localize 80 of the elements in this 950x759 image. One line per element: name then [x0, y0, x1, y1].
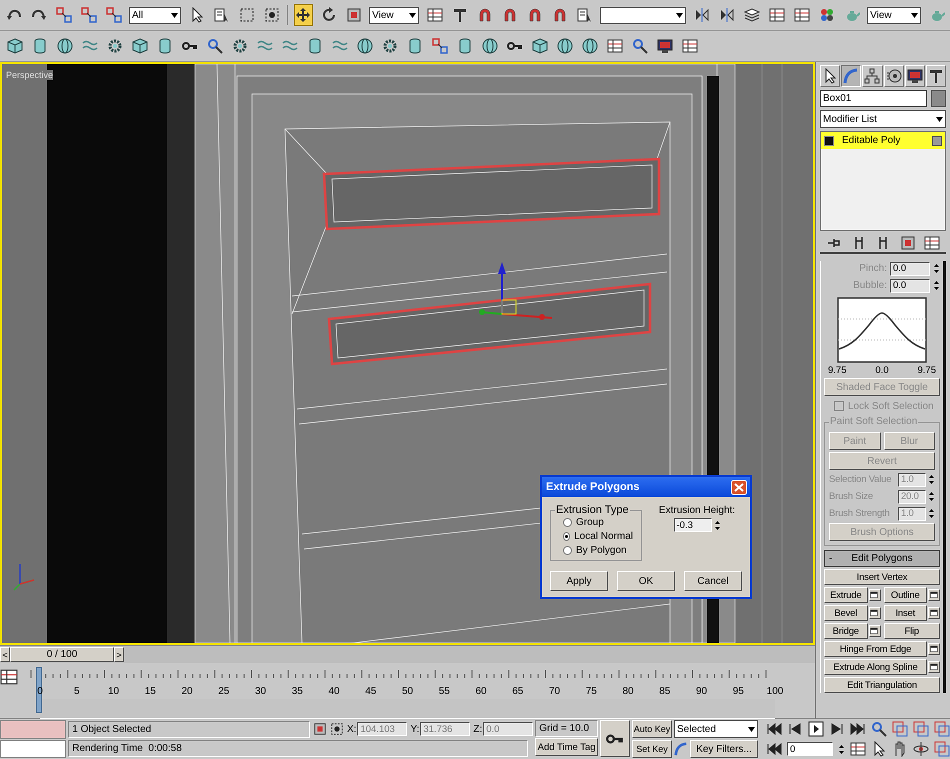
object-name-field[interactable]: Box01	[820, 90, 927, 107]
polygon-tool-button[interactable]: Extrude Along Spline	[824, 659, 927, 675]
polygon-tool-button[interactable]: Extrude	[824, 587, 868, 603]
field-label: Brush Size	[829, 491, 873, 502]
field-label: Brush Strength	[829, 508, 890, 519]
stack-item[interactable]: Editable Poly	[821, 132, 945, 149]
time-slider-thumb[interactable]: 0 / 100	[10, 647, 114, 662]
modifier-list-dropdown[interactable]: Modifier List	[820, 110, 946, 128]
viewport-label[interactable]: Perspective	[6, 70, 54, 80]
polygon-tool-button[interactable]: Edit Triangulation	[824, 677, 940, 693]
curve-axis-label: 0.0	[875, 365, 889, 376]
next-frame-button[interactable]: >	[114, 647, 124, 662]
field-label: Bubble:	[853, 280, 887, 291]
key-filters-button[interactable]: Key Filters...	[690, 740, 758, 758]
x-label: X:	[347, 724, 356, 734]
value-field[interactable]: 0.0	[890, 262, 930, 276]
field-label: Selection Value	[829, 474, 892, 485]
polygon-tool-button[interactable]: Bridge	[824, 623, 868, 639]
frame-number: 0	[36, 686, 44, 697]
auto-key-button[interactable]: Auto Key	[632, 720, 672, 738]
selection-filter-dropdown[interactable]: All	[129, 6, 181, 24]
frame-number: 55	[438, 686, 451, 697]
selection-status: 1 Object Selected	[68, 720, 310, 738]
rollout-header[interactable]: - Edit Polygons	[824, 550, 940, 567]
frame-number: 80	[621, 686, 635, 697]
add-time-tag-button[interactable]: Add Time Tag	[535, 738, 598, 756]
frame-number: 100	[766, 686, 784, 697]
frame-number: 90	[694, 686, 708, 697]
frame-number: 50	[400, 686, 414, 697]
key-mode-dropdown[interactable]: Selected	[674, 720, 758, 738]
field-label: Pinch:	[859, 263, 887, 274]
y-field[interactable]: 31.736	[420, 722, 470, 736]
polygon-tool-button[interactable]: Bevel	[824, 605, 868, 621]
grid-status: Grid = 10.0	[535, 720, 598, 737]
frame-number: 95	[732, 686, 745, 697]
group-label: Paint Soft Selection	[829, 416, 918, 427]
polygon-tool-button[interactable]: Outline	[884, 587, 927, 603]
frame-number: 30	[254, 686, 268, 697]
dialog-button[interactable]: OK	[617, 571, 675, 591]
frame-number: 45	[364, 686, 378, 697]
frame-number: 10	[106, 686, 120, 697]
dialog-button[interactable]: Apply	[550, 571, 608, 591]
frame-number: 40	[327, 686, 341, 697]
radio-option[interactable]: By Polygon	[563, 545, 633, 556]
polygon-tool-button[interactable]: Hinge From Edge	[824, 641, 927, 657]
polygon-tool-button[interactable]: Flip	[884, 623, 940, 639]
set-key-button[interactable]: Set Key	[632, 740, 672, 758]
dialog-button[interactable]: Cancel	[684, 571, 742, 591]
frame-number: 35	[290, 686, 304, 697]
radio-option[interactable]: Group	[563, 517, 633, 528]
polygon-tool-button[interactable]: Inset	[884, 605, 927, 621]
frame-number: 5	[72, 686, 81, 697]
rendering-time-status: Rendering Time 0:00:58	[68, 740, 528, 756]
curve-axis-label: 9.75	[828, 365, 846, 376]
frame-number: 25	[217, 686, 230, 697]
frame-field[interactable]: 0	[787, 742, 833, 756]
height-field[interactable]: -0.3	[674, 518, 712, 532]
frame-number: 15	[144, 686, 157, 697]
frame-number: 85	[658, 686, 672, 697]
perspective-viewport[interactable]: Perspective Extrude Polygons Extrusion Type Group Local Normal By Polygon Extrusion Height: -0.3 Apply OK Cancel	[0, 62, 815, 645]
frame-number: 70	[548, 686, 562, 697]
polygon-tool-button[interactable]: Insert Vertex	[824, 569, 940, 585]
render-type-dropdown[interactable]: View	[867, 6, 922, 24]
previous-frame-button[interactable]: <	[0, 647, 10, 662]
y-label: Y:	[410, 724, 420, 734]
x-field[interactable]: 104.103	[357, 722, 408, 736]
frame-number: 65	[511, 686, 524, 697]
group-label: Extrusion Type	[555, 504, 630, 516]
z-label: Z:	[473, 724, 482, 734]
coordinate-dropdown[interactable]: View	[369, 6, 420, 24]
value-field[interactable]: 0.0	[890, 278, 930, 292]
height-label: Extrusion Height:	[658, 505, 736, 516]
frame-number: 60	[474, 686, 488, 697]
frame-number: 75	[584, 686, 598, 697]
z-field[interactable]: 0.0	[483, 722, 534, 736]
dialog-title: Extrude Polygons	[546, 481, 640, 493]
curve-axis-label: 9.75	[918, 365, 936, 376]
stack-item-label[interactable]: Editable Poly	[842, 135, 900, 146]
radio-option[interactable]: Local Normal	[563, 531, 633, 542]
frame-number: 20	[180, 686, 194, 697]
